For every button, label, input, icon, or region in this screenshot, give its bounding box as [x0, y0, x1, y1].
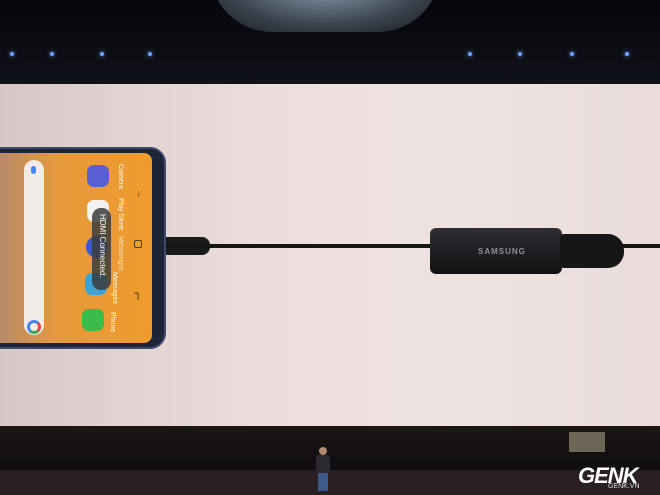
stage-floor — [0, 470, 660, 495]
presenter — [316, 447, 330, 491]
app-label: Phone — [109, 312, 116, 333]
app-label: Camera — [117, 164, 124, 189]
recents-icon[interactable]: ⅂ — [134, 292, 140, 303]
stage-light — [148, 52, 152, 56]
mic-icon — [31, 166, 36, 174]
adapter-brand: SAMSUNG — [478, 247, 526, 256]
genk-site: GENK.VN — [608, 483, 640, 490]
app-label: Messenger — [117, 236, 124, 271]
cable — [164, 244, 434, 248]
stage-light — [468, 52, 472, 56]
google-search-bar[interactable] — [24, 160, 44, 335]
app-label: Messages — [111, 272, 118, 304]
phone-app-icon[interactable] — [82, 309, 104, 331]
back-icon[interactable]: ↓ — [136, 188, 141, 199]
stage-light — [625, 52, 629, 56]
stage-monitor — [569, 432, 605, 452]
cable — [620, 244, 660, 248]
stage-light — [100, 52, 104, 56]
home-icon[interactable] — [134, 240, 142, 248]
hdmi-plug — [560, 234, 624, 268]
phone-screen — [0, 153, 152, 343]
hdmi-connected-toast: HDMI Connected. — [92, 208, 111, 290]
app-label: Play Store — [117, 198, 124, 231]
stage-light — [570, 52, 574, 56]
stage-light — [518, 52, 522, 56]
stage-light — [10, 52, 14, 56]
stage-light — [50, 52, 54, 56]
camera-app-icon[interactable] — [87, 165, 109, 187]
toast-text: HDMI Connected. — [98, 214, 107, 278]
google-icon — [27, 320, 41, 334]
